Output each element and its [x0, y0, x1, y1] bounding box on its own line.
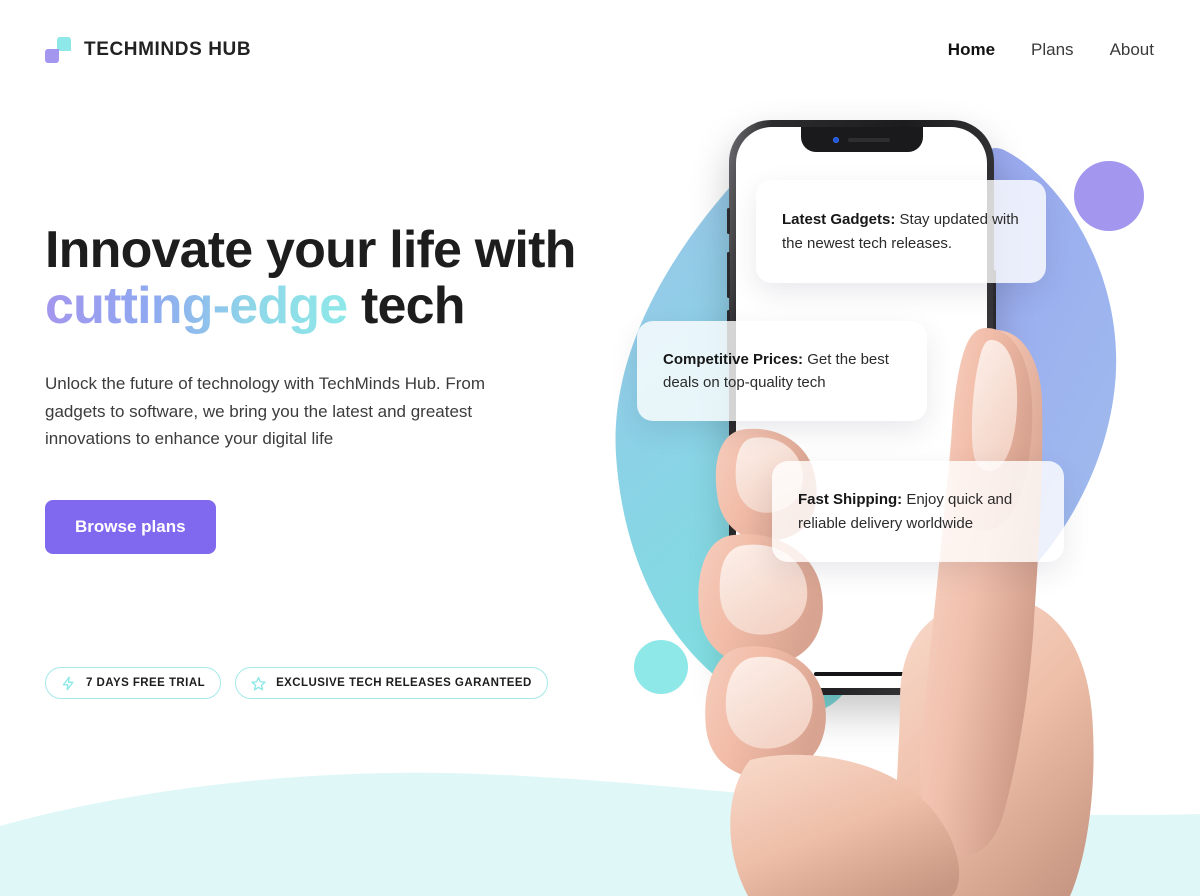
nav-item-home[interactable]: Home [948, 40, 995, 60]
home-indicator [813, 672, 910, 676]
browse-plans-button[interactable]: Browse plans [45, 499, 216, 554]
logo-square-purple [45, 49, 59, 63]
star-icon [251, 676, 266, 691]
feature-card-text: Fast Shipping: Enjoy quick and reliable … [798, 488, 1038, 535]
page-title: Innovate your life with cutting-edge tec… [45, 222, 645, 334]
badge-exclusive-releases-label: EXCLUSIVE TECH RELEASES GARANTEED [276, 677, 532, 689]
feature-card-title: Latest Gadgets: [782, 211, 896, 229]
nav-item-plans[interactable]: Plans [1031, 40, 1074, 60]
front-camera-icon [833, 136, 839, 143]
trust-badges: 7 DAYS FREE TRIAL EXCLUSIVE TECH RELEASE… [45, 667, 548, 699]
badge-free-trial-label: 7 DAYS FREE TRIAL [86, 677, 206, 689]
hero-visual [600, 0, 1200, 896]
headline-line-1: Innovate your life with [45, 221, 576, 279]
feature-card-competitive-prices: Competitive Prices: Get the best deals o… [637, 321, 927, 421]
feature-card-latest-gadgets: Latest Gadgets: Stay updated with the ne… [756, 180, 1046, 283]
nav-item-about[interactable]: About [1110, 40, 1154, 60]
feature-card-text: Competitive Prices: Get the best deals o… [663, 348, 901, 395]
brand-name: TECHMINDS HUB [84, 39, 252, 60]
badge-exclusive-releases[interactable]: EXCLUSIVE TECH RELEASES GARANTEED [235, 667, 548, 699]
hero-subcopy: Unlock the future of technology with Tec… [45, 374, 486, 448]
brand-logo[interactable]: TECHMINDS HUB [45, 37, 251, 63]
feature-card-fast-shipping: Fast Shipping: Enjoy quick and reliable … [772, 461, 1064, 562]
feature-card-text: Latest Gadgets: Stay updated with the ne… [782, 208, 1020, 255]
two-squares-logo-icon [45, 37, 71, 63]
headline-accent: cutting-edge [45, 277, 348, 336]
decorative-circle-teal [634, 640, 688, 694]
hero-copy: Innovate your life with cutting-edge tec… [45, 222, 645, 554]
phone-volume-up-button [727, 252, 730, 298]
earpiece-speaker-icon [848, 137, 890, 142]
phone-silent-switch [727, 208, 730, 234]
badge-free-trial[interactable]: 7 DAYS FREE TRIAL [45, 667, 222, 699]
site-header: TECHMINDS HUB Home Plans About [0, 0, 1200, 100]
feature-card-title: Fast Shipping: [798, 491, 903, 509]
logo-square-teal [57, 37, 71, 51]
headline-tail: tech [347, 277, 466, 336]
lightning-bolt-icon [61, 676, 76, 691]
landing-page: TECHMINDS HUB Home Plans About Innovate … [0, 0, 1200, 896]
main-navigation: Home Plans About [948, 40, 1154, 60]
decorative-circle-purple [1074, 161, 1144, 231]
feature-card-title: Competitive Prices: [663, 350, 804, 368]
phone-notch [800, 127, 923, 152]
